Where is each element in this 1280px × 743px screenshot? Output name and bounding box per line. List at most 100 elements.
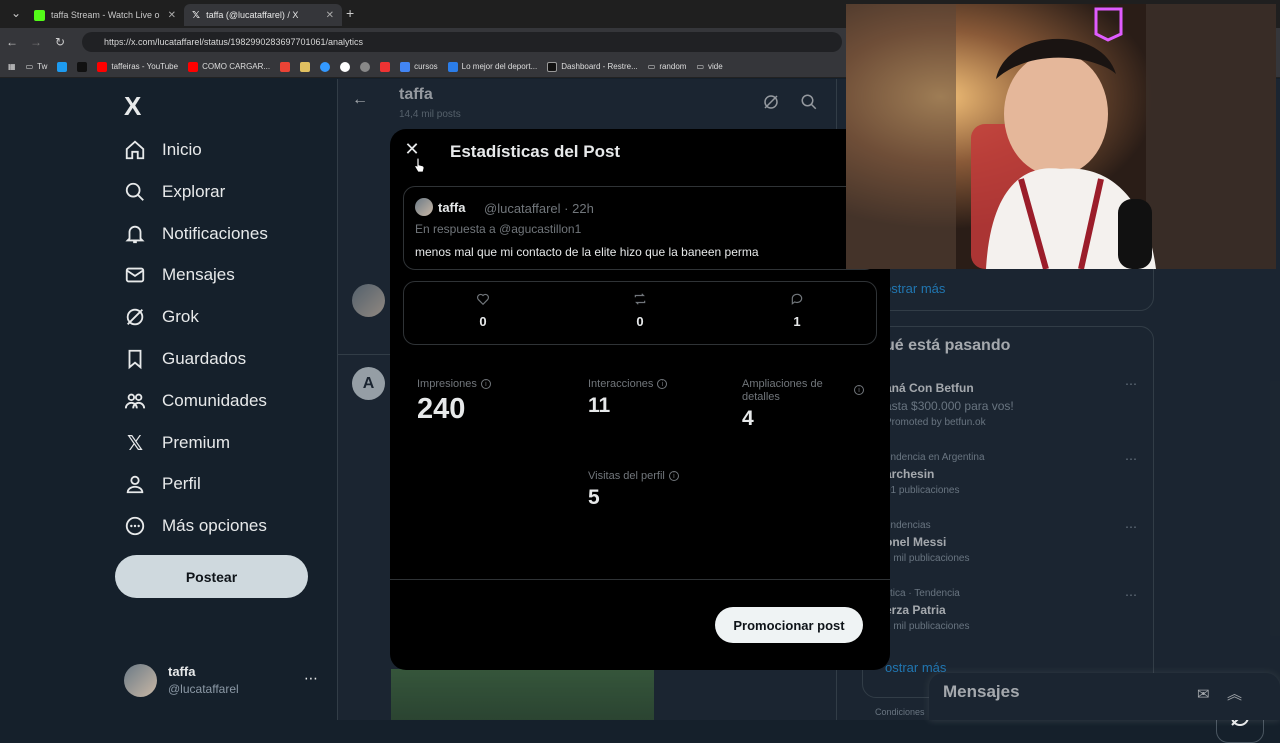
new-tab-button[interactable]: + (346, 5, 354, 21)
apps-icon[interactable]: ▦ (8, 62, 16, 71)
bookmark-item[interactable]: cursos (400, 61, 438, 72)
nav-item-profile[interactable]: Perfil (124, 469, 201, 499)
nav-label: Comunidades (162, 391, 267, 410)
bookmark-item[interactable] (77, 61, 88, 72)
post-analytics-modal: ✕ Estadísticas del Post taffa @lucataffa… (390, 129, 890, 670)
forward-icon[interactable]: → (24, 35, 48, 49)
kick-icon (34, 9, 45, 21)
bookmark-favicon-icon (547, 61, 558, 72)
bookmark-item[interactable] (340, 61, 351, 72)
youtube-icon (97, 61, 108, 72)
info-icon[interactable]: i (854, 385, 864, 395)
person-icon (124, 473, 146, 495)
bookmark-item[interactable]: COMO CARGAR... (188, 61, 271, 72)
nav-item-grok[interactable]: Grok (124, 302, 199, 332)
quoted-post[interactable]: taffa @lucataffarel · 22h En respuesta a… (403, 186, 877, 270)
bell-icon (124, 223, 146, 245)
impressions-stat: Impresiones i 240 (417, 378, 491, 426)
grok-icon (124, 306, 146, 328)
tiktok-icon (77, 61, 88, 72)
bookmark-label: taffeiras - YouTube (111, 62, 179, 71)
nav-item-premium[interactable]: 𝕏 Premium (124, 428, 230, 458)
stat-label: Interacciones (588, 378, 654, 390)
folder-icon: ▭ (696, 62, 704, 71)
tab-search-icon[interactable]: ⌄ (4, 6, 28, 20)
bookmark-item[interactable] (360, 61, 371, 72)
close-icon[interactable]: ✕ (168, 10, 176, 21)
left-sidebar: X Inicio Explorar Notificaciones Mensaje… (110, 79, 336, 720)
promote-post-button[interactable]: Promocionar post (715, 607, 863, 643)
account-switcher[interactable]: taffa @lucataffarel ⋯ (124, 664, 324, 700)
profile-visits-stat: Visitas del perfil i 5 (588, 470, 679, 510)
bookmark-item[interactable]: ▭ Tw (26, 62, 48, 71)
x-logo-icon[interactable]: X (124, 91, 141, 122)
bookmark-favicon-icon (320, 61, 331, 72)
info-icon[interactable]: i (480, 379, 491, 389)
reposts-count: 0 (636, 314, 644, 329)
nav-item-home[interactable]: Inicio (124, 135, 202, 165)
nav-item-communities[interactable]: Comunidades (124, 386, 267, 416)
interactions-count: 11 (588, 394, 611, 417)
profile-visits-count: 5 (588, 486, 600, 509)
back-icon[interactable]: ← (0, 35, 24, 49)
bookmark-favicon-icon (340, 61, 351, 72)
nav-label: Notificaciones (162, 224, 268, 243)
bookmark-label: vide (708, 62, 723, 71)
reply-icon (767, 292, 827, 311)
youtube-icon (188, 61, 199, 72)
bookmark-label: Dashboard - Restre... (561, 62, 638, 71)
quoted-author-name: taffa (438, 200, 466, 215)
bookmark-item[interactable] (280, 61, 291, 72)
bookmark-item[interactable]: ▭ vide (696, 62, 722, 71)
replies-count: 1 (793, 314, 801, 329)
nav-item-bookmarks[interactable]: Guardados (124, 344, 246, 374)
bookmark-item[interactable]: Dashboard - Restre... (547, 61, 638, 72)
url-text: https://x.com/lucataffarel/status/198299… (104, 37, 364, 47)
nav-label: Guardados (162, 349, 247, 368)
bookmark-item[interactable] (57, 61, 68, 72)
detail-expands-count: 4 (742, 407, 754, 430)
avatar (415, 198, 433, 216)
bookmark-label: random (659, 62, 687, 71)
likes-stat: 0 (453, 292, 513, 329)
nav-item-notifications[interactable]: Notificaciones (124, 219, 268, 249)
bookmark-item[interactable]: Lo mejor del deport... (447, 61, 538, 72)
nav-item-messages[interactable]: Mensajes (124, 260, 235, 290)
folder-icon: ▭ (25, 62, 34, 71)
tab-stream[interactable]: taffa Stream - Watch Live o ✕ (26, 4, 184, 26)
bookmark-favicon-icon (380, 61, 391, 72)
stat-label: Impresiones (417, 378, 477, 390)
gmail-icon (280, 61, 291, 72)
replies-stat: 1 (767, 292, 827, 329)
nav-item-explore[interactable]: Explorar (124, 177, 225, 207)
quoted-author-handle: @lucataffarel · 22h (484, 201, 594, 216)
url-field[interactable]: https://x.com/lucataffarel/status/198299… (82, 32, 842, 52)
quoted-post-text: menos mal que mi contacto de la elite hi… (415, 245, 759, 259)
folder-icon: ▭ (647, 62, 656, 71)
close-icon[interactable]: ✕ (326, 10, 334, 21)
bookmark-label: cursos (414, 62, 438, 71)
bookmark-item[interactable] (300, 61, 311, 72)
bookmark-favicon-icon (57, 61, 68, 72)
close-icon[interactable]: ✕ (402, 139, 422, 159)
bookmark-item[interactable] (320, 61, 331, 72)
bookmark-favicon-icon (300, 61, 311, 72)
reload-icon[interactable]: ↻ (48, 35, 72, 49)
tab-label: taffa Stream - Watch Live o (51, 10, 160, 20)
info-icon[interactable]: i (657, 379, 668, 389)
more-icon[interactable]: ⋯ (304, 670, 318, 687)
more-circle-icon (124, 515, 146, 537)
bookmark-item[interactable] (380, 61, 391, 72)
info-icon[interactable]: i (668, 471, 679, 481)
bookmark-item[interactable]: ▭ random (648, 62, 687, 71)
post-button[interactable]: Postear (115, 555, 308, 598)
tab-label: taffa (@lucataffarel) / X (206, 10, 299, 20)
divider (390, 579, 890, 580)
tab-x-profile[interactable]: 𝕏 taffa (@lucataffarel) / X ✕ (184, 4, 342, 26)
bookmark-label: COMO CARGAR... (202, 62, 271, 71)
bookmark-label: Lo mejor del deport... (461, 62, 538, 71)
nav-item-more[interactable]: Más opciones (124, 511, 267, 541)
bookmark-item[interactable]: taffeiras - YouTube (97, 61, 179, 72)
people-icon (124, 390, 146, 412)
bookmark-icon (124, 348, 146, 370)
